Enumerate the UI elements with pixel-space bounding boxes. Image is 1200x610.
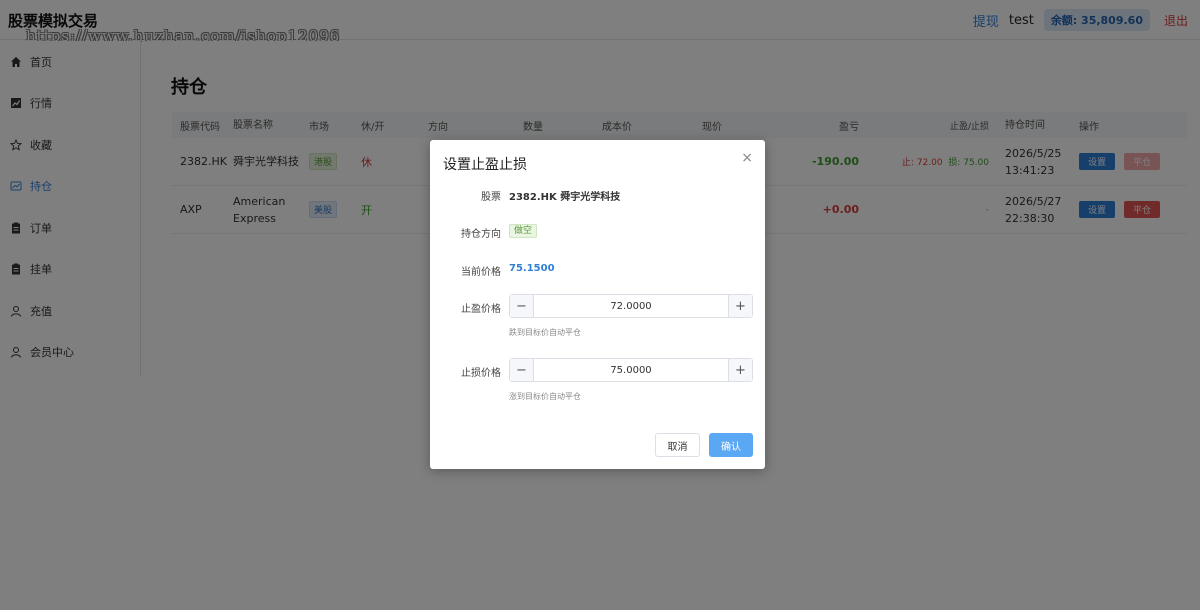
stop-loss-input[interactable] [534,359,728,381]
plus-icon[interactable]: + [728,359,752,381]
sltp-dialog: 设置止盈止损 × 股票 2382.HK 舜宇光学科技 持仓方向 做空 当前价格 … [430,140,765,469]
direction-label: 持仓方向 [461,229,501,240]
take-profit-input[interactable] [534,295,728,317]
stop-loss-stepper: − + [509,358,753,382]
minus-icon[interactable]: − [510,295,534,317]
direction-badge: 做空 [509,224,538,238]
stop-loss-hint: 涨到目标价自动平仓 [509,392,581,401]
stock-label: 股票 [481,192,501,203]
take-profit-stepper: − + [509,294,753,318]
plus-icon[interactable]: + [728,295,752,317]
take-profit-hint: 跌到目标价自动平仓 [509,328,581,337]
minus-icon[interactable]: − [510,359,534,381]
take-profit-label: 止盈价格 [461,304,501,315]
stop-loss-label: 止损价格 [461,368,501,379]
confirm-button[interactable]: 确认 [709,433,753,457]
stock-value: 2382.HK 舜宇光学科技 [509,192,621,203]
cancel-button[interactable]: 取消 [655,433,700,457]
current-price: 75.1500 [509,263,555,274]
close-icon[interactable]: × [741,150,753,166]
price-label: 当前价格 [461,267,501,278]
dialog-title: 设置止盈止损 [443,157,527,173]
